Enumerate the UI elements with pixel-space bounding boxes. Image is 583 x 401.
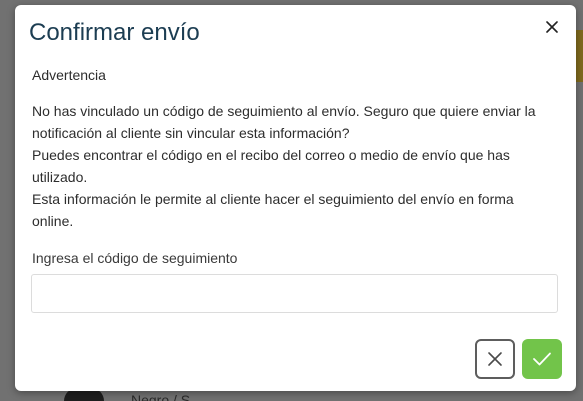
warning-heading: Advertencia <box>32 67 106 83</box>
tracking-code-label: Ingresa el código de seguimiento <box>32 250 238 266</box>
message-line: Esta información le permite al cliente h… <box>32 191 514 229</box>
cancel-button[interactable] <box>475 339 515 379</box>
background-product-variant: Negro / S <box>131 392 191 401</box>
confirm-shipment-modal: Confirmar envío Advertencia No has vincu… <box>15 5 576 391</box>
message-line: Puedes encontrar el código en el recibo … <box>32 147 510 185</box>
close-button[interactable] <box>541 16 563 38</box>
close-icon <box>546 21 558 33</box>
modal-title: Confirmar envío <box>29 19 200 46</box>
tracking-code-input[interactable] <box>31 274 558 313</box>
message-line: No has vinculado un código de seguimient… <box>32 103 536 141</box>
check-icon <box>533 352 551 366</box>
background-accent-strip <box>575 30 583 82</box>
confirm-button[interactable] <box>522 339 562 379</box>
warning-message: No has vinculado un código de seguimient… <box>32 100 557 232</box>
x-icon <box>488 352 502 366</box>
